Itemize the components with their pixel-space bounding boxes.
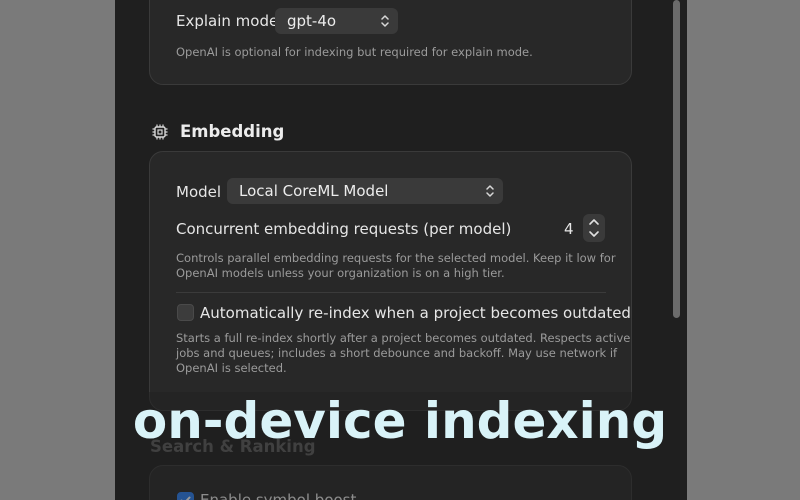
divider (176, 292, 606, 293)
embedding-section-title: Embedding (180, 122, 285, 141)
reindex-desc-line2: jobs and queues; includes a short deboun… (176, 346, 618, 360)
reindex-desc-line3: OpenAI is selected. (176, 361, 287, 375)
openai-note: OpenAI is optional for indexing but requ… (176, 45, 533, 59)
stepper-up-icon[interactable] (587, 217, 601, 227)
scrollbar[interactable] (670, 0, 682, 320)
openai-card: Explain mode gpt-4o OpenAI is optional f… (149, 0, 632, 85)
scrollbar-thumb[interactable] (673, 0, 680, 318)
concurrent-requests-value: 4 (564, 220, 574, 238)
concurrent-requests-stepper[interactable] (583, 214, 605, 242)
model-value: Local CoreML Model (239, 182, 389, 200)
explain-mode-select[interactable]: gpt-4o (275, 8, 398, 34)
reindex-label: Automatically re-index when a project be… (200, 304, 631, 322)
explain-mode-value: gpt-4o (287, 12, 337, 30)
model-select[interactable]: Local CoreML Model (227, 178, 503, 204)
explain-mode-label: Explain mode (176, 12, 279, 30)
embedding-card: Model Local CoreML Model Concurrent embe… (149, 151, 632, 411)
concurrent-desc-line2: OpenAI models unless your organization i… (176, 266, 505, 280)
concurrent-requests-label: Concurrent embedding requests (per model… (176, 220, 512, 238)
reindex-desc-line1: Starts a full re-index shortly after a p… (176, 331, 631, 345)
reindex-checkbox[interactable] (177, 304, 194, 321)
stepper-down-icon[interactable] (587, 229, 601, 239)
caption-overlay: on-device indexing (132, 392, 668, 450)
updown-chevron-icon (486, 185, 494, 197)
model-label: Model (176, 183, 222, 201)
updown-chevron-icon (381, 15, 389, 27)
chip-icon (152, 124, 168, 140)
concurrent-desc-line1: Controls parallel embedding requests for… (176, 251, 616, 265)
